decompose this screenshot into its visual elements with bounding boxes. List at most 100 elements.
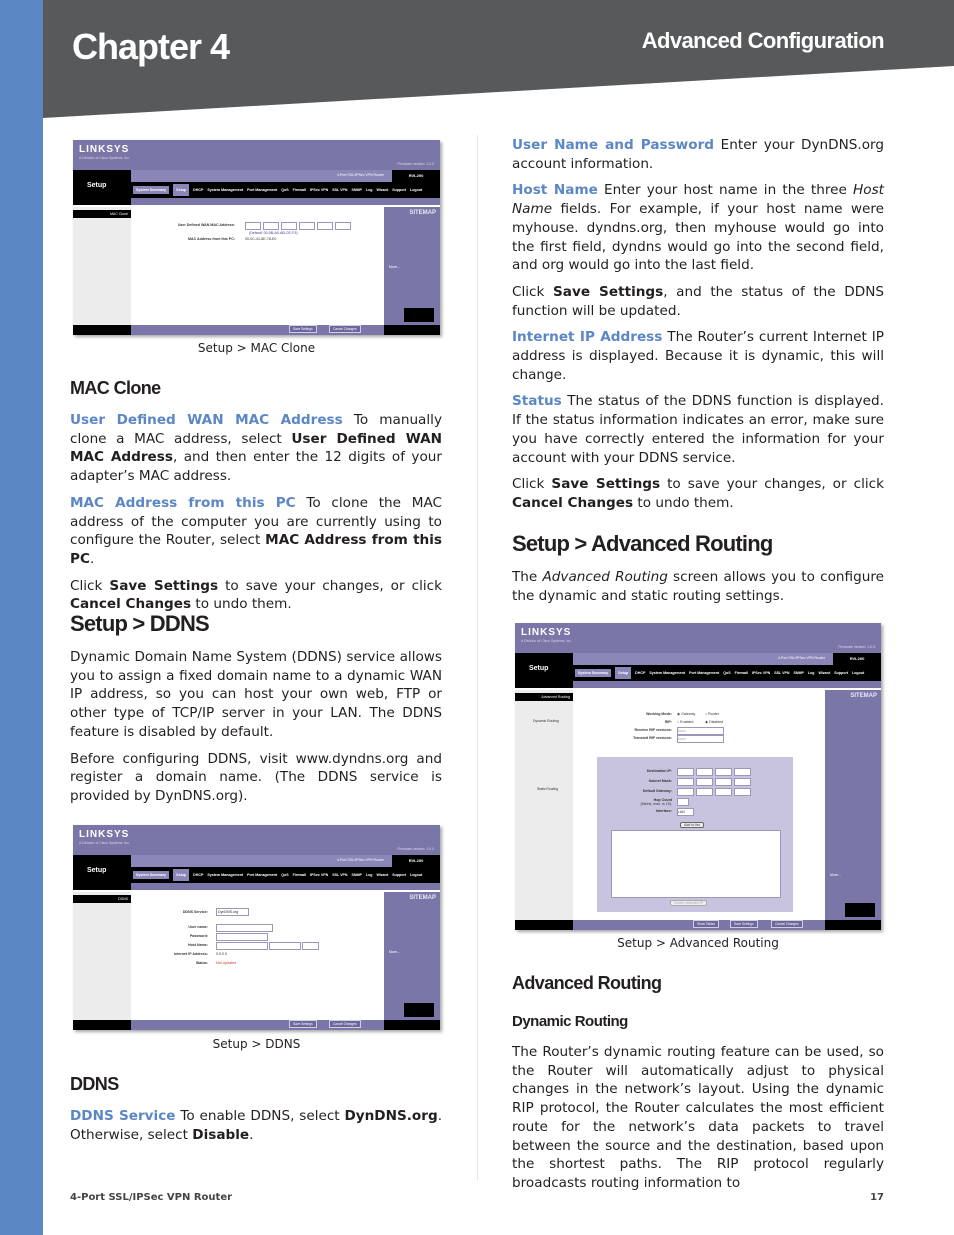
term-mac-from-pc: MAC Address from this PC xyxy=(70,494,296,511)
tab-wizard[interactable]: Wizard xyxy=(819,671,831,675)
subnet-mask-octet[interactable] xyxy=(715,778,732,786)
column-divider xyxy=(477,135,478,1180)
more-link[interactable]: More... xyxy=(830,873,841,877)
subnet-mask-octet[interactable] xyxy=(734,778,751,786)
destination-ip-octet[interactable] xyxy=(696,768,713,776)
tab-port-management[interactable]: Port Management xyxy=(247,188,277,192)
text-span: to undo them. xyxy=(633,494,734,511)
destination-ip-octet[interactable] xyxy=(734,768,751,776)
tab-snmp[interactable]: SNMP xyxy=(352,873,362,877)
bold-span: DynDNS.org xyxy=(344,1108,438,1124)
subnet-mask-octet[interactable] xyxy=(677,778,694,786)
tab-dhcp[interactable]: DHCP xyxy=(193,188,203,192)
tab-firewall[interactable]: Firewall xyxy=(735,671,748,675)
tab-dhcp[interactable]: DHCP xyxy=(635,671,645,675)
tab-setup[interactable]: Setup xyxy=(173,869,190,881)
destination-ip-octet[interactable] xyxy=(715,768,732,776)
tab-ipsec-vpn[interactable]: IPSec VPN xyxy=(752,671,770,675)
tab-system-summary[interactable]: System Summary xyxy=(575,669,612,677)
transmit-rip-select[interactable]: None xyxy=(677,735,724,743)
ddns-service-select[interactable]: DynDNS.org xyxy=(216,908,249,916)
mac-octet-field[interactable] xyxy=(263,222,279,230)
tab-dhcp[interactable]: DHCP xyxy=(193,873,203,877)
sitemap-label[interactable]: SITEMAP xyxy=(850,693,877,699)
firmware-version: Firmware version: 1.0.0 xyxy=(397,162,434,166)
tab-ipsec-vpn[interactable]: IPSec VPN xyxy=(310,188,328,192)
tab-ssl-vpn[interactable]: SSL VPN xyxy=(332,188,347,192)
tab-setup[interactable]: Setup xyxy=(173,184,190,196)
show-tables-button[interactable]: Show Tables xyxy=(693,920,720,928)
rip-enabled-radio[interactable]: ○ Enabled xyxy=(677,720,693,724)
sitemap-label[interactable]: SITEMAP xyxy=(409,210,436,216)
host-name-field-1[interactable] xyxy=(216,942,268,950)
receive-rip-select[interactable]: None xyxy=(677,727,724,735)
linksys-logo: LINKSYS xyxy=(79,829,130,840)
tab-firewall[interactable]: Firewall xyxy=(293,873,306,877)
tab-ipsec-vpn[interactable]: IPSec VPN xyxy=(310,873,328,877)
add-to-list-button[interactable]: Add to list xyxy=(680,822,704,828)
save-settings-button[interactable]: Save Settings xyxy=(730,920,758,928)
tab-system-summary[interactable]: System Summary xyxy=(133,186,170,194)
tab-support[interactable]: Support xyxy=(392,188,406,192)
tab-wizard[interactable]: Wizard xyxy=(377,873,389,877)
mac-octet-field[interactable] xyxy=(299,222,315,230)
tab-log[interactable]: Log xyxy=(366,188,373,192)
default-gateway-octet[interactable] xyxy=(677,788,694,796)
more-link[interactable]: More... xyxy=(389,265,400,269)
mac-octet-field[interactable] xyxy=(245,222,261,230)
tab-system-summary[interactable]: System Summary xyxy=(133,871,170,879)
tab-ssl-vpn[interactable]: SSL VPN xyxy=(332,873,347,877)
destination-ip-octet[interactable] xyxy=(677,768,694,776)
mac-octet-field[interactable] xyxy=(317,222,333,230)
tab-port-management[interactable]: Port Management xyxy=(689,671,719,675)
working-mode-gateway-radio[interactable]: ◉ Gateway xyxy=(677,712,695,716)
tab-system-management[interactable]: System Management xyxy=(649,671,685,675)
tab-logout[interactable]: Logout xyxy=(410,873,422,877)
tab-qos[interactable]: QoS xyxy=(281,873,288,877)
delete-selected-ip-button[interactable]: Delete selected IP xyxy=(670,900,708,906)
cancel-changes-button[interactable]: Cancel Changes xyxy=(329,325,361,333)
tab-logout[interactable]: Logout xyxy=(410,188,422,192)
subnet-mask-octet[interactable] xyxy=(696,778,713,786)
tab-ssl-vpn[interactable]: SSL VPN xyxy=(774,671,789,675)
cancel-changes-button[interactable]: Cancel Changes xyxy=(771,920,803,928)
tab-qos[interactable]: QoS xyxy=(723,671,730,675)
tab-port-management[interactable]: Port Management xyxy=(247,873,277,877)
host-name-field-3[interactable] xyxy=(302,942,319,950)
transmit-rip-label: Transmit RIP versions: xyxy=(633,736,672,740)
tab-logout[interactable]: Logout xyxy=(852,671,864,675)
tab-wizard[interactable]: Wizard xyxy=(377,188,389,192)
default-gateway-octet[interactable] xyxy=(715,788,732,796)
tab-setup[interactable]: Setup xyxy=(615,667,632,679)
status-label: Status: xyxy=(195,961,208,965)
rip-disabled-radio[interactable]: ◉ Disabled xyxy=(705,720,723,724)
username-field[interactable] xyxy=(216,924,273,932)
password-field[interactable] xyxy=(216,933,268,941)
tab-support[interactable]: Support xyxy=(834,671,848,675)
model-name: RVL200 xyxy=(392,170,440,182)
ddns-intro-text: Dynamic Domain Name System (DDNS) servic… xyxy=(70,648,442,814)
tab-system-management[interactable]: System Management xyxy=(207,873,243,877)
default-gateway-octet[interactable] xyxy=(734,788,751,796)
more-link[interactable]: More... xyxy=(389,950,400,954)
tab-log[interactable]: Log xyxy=(808,671,815,675)
static-route-list[interactable] xyxy=(611,830,781,898)
mac-octet-field[interactable] xyxy=(281,222,297,230)
tab-qos[interactable]: QoS xyxy=(281,188,288,192)
save-settings-button[interactable]: Save Settings xyxy=(289,1020,317,1028)
tab-support[interactable]: Support xyxy=(392,873,406,877)
tab-snmp[interactable]: SNMP xyxy=(794,671,804,675)
tab-system-management[interactable]: System Management xyxy=(207,188,243,192)
interface-select[interactable]: LAN xyxy=(677,808,694,816)
cancel-changes-button[interactable]: Cancel Changes xyxy=(329,1020,361,1028)
mac-octet-field[interactable] xyxy=(335,222,351,230)
save-settings-button[interactable]: Save Settings xyxy=(289,325,317,333)
default-gateway-octet[interactable] xyxy=(696,788,713,796)
sitemap-label[interactable]: SITEMAP xyxy=(409,895,436,901)
hop-count-field[interactable] xyxy=(677,798,689,806)
working-mode-router-radio[interactable]: ○ Router xyxy=(705,712,719,716)
tab-snmp[interactable]: SNMP xyxy=(352,188,362,192)
tab-log[interactable]: Log xyxy=(366,873,373,877)
tab-firewall[interactable]: Firewall xyxy=(293,188,306,192)
host-name-field-2[interactable] xyxy=(269,942,301,950)
